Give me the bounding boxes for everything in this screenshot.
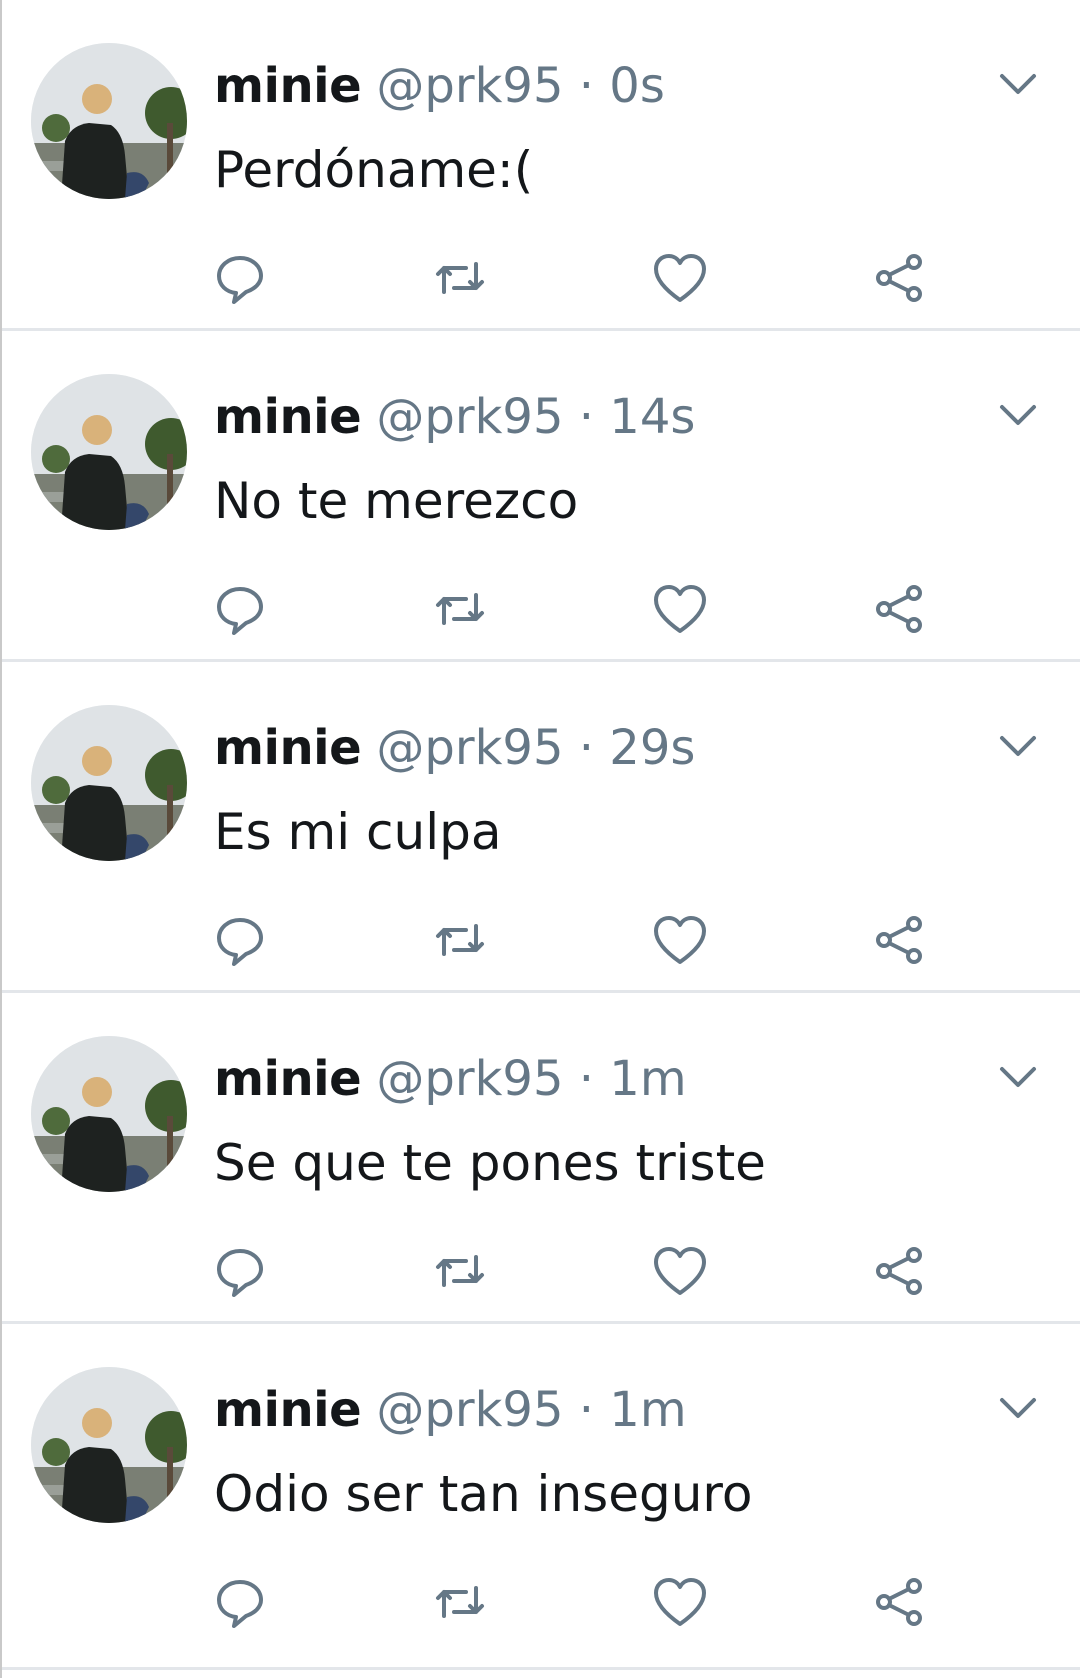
- tweet-timestamp[interactable]: 0s: [609, 58, 665, 114]
- tweet-actions: [2, 1241, 1080, 1301]
- user-handle[interactable]: @prk95: [376, 1382, 563, 1438]
- tweet-timestamp[interactable]: 1m: [609, 1382, 686, 1438]
- tweet-actions: [2, 248, 1080, 308]
- avatar[interactable]: [31, 1036, 187, 1192]
- retweet-icon[interactable]: [430, 1241, 490, 1301]
- display-name[interactable]: minie: [214, 720, 362, 776]
- chevron-down-icon[interactable]: [992, 1382, 1044, 1434]
- user-handle[interactable]: @prk95: [376, 1051, 563, 1107]
- tweet-timestamp[interactable]: 1m: [609, 1051, 686, 1107]
- tweet-actions: [2, 579, 1080, 639]
- tweet-actions: [2, 1572, 1080, 1632]
- retweet-icon[interactable]: [430, 1572, 490, 1632]
- tweet[interactable]: minie @prk95 · 14s No te merezco: [2, 331, 1080, 662]
- heart-icon[interactable]: [650, 579, 710, 639]
- avatar-image: [31, 1367, 187, 1523]
- share-icon[interactable]: [870, 1241, 930, 1301]
- separator-dot: ·: [578, 720, 595, 776]
- tweet-text: No te merezco: [214, 472, 579, 530]
- tweet-actions: [2, 910, 1080, 970]
- tweet[interactable]: minie @prk95 · 29s Es mi culpa: [2, 662, 1080, 993]
- avatar-image: [31, 1036, 187, 1192]
- avatar[interactable]: [31, 1367, 187, 1523]
- user-handle[interactable]: @prk95: [376, 389, 563, 445]
- chevron-down-icon[interactable]: [992, 58, 1044, 110]
- display-name[interactable]: minie: [214, 1382, 362, 1438]
- display-name[interactable]: minie: [214, 58, 362, 114]
- heart-icon[interactable]: [650, 910, 710, 970]
- heart-icon[interactable]: [650, 1572, 710, 1632]
- tweet[interactable]: minie @prk95 · 0s Perdóname:(: [2, 0, 1080, 331]
- retweet-icon[interactable]: [430, 248, 490, 308]
- tweet-header: minie @prk95 · 14s: [214, 385, 695, 449]
- chevron-down-icon[interactable]: [992, 720, 1044, 772]
- reply-icon[interactable]: [210, 579, 270, 639]
- share-icon[interactable]: [870, 248, 930, 308]
- tweet-text: Perdóname:(: [214, 141, 534, 199]
- tweet-text: Odio ser tan inseguro: [214, 1465, 753, 1523]
- reply-icon[interactable]: [210, 1241, 270, 1301]
- avatar[interactable]: [31, 43, 187, 199]
- chevron-down-icon[interactable]: [992, 389, 1044, 441]
- separator-dot: ·: [578, 58, 595, 114]
- display-name[interactable]: minie: [214, 1051, 362, 1107]
- tweet-feed: minie @prk95 · 0s Perdóname:(minie @prk…: [0, 0, 1080, 1678]
- avatar-image: [31, 43, 187, 199]
- retweet-icon[interactable]: [430, 579, 490, 639]
- tweet-header: minie @prk95 · 29s: [214, 716, 695, 780]
- tweet-text: Se que te pones triste: [214, 1134, 766, 1192]
- reply-icon[interactable]: [210, 248, 270, 308]
- retweet-icon[interactable]: [430, 910, 490, 970]
- reply-icon[interactable]: [210, 910, 270, 970]
- avatar-image: [31, 374, 187, 530]
- heart-icon[interactable]: [650, 248, 710, 308]
- tweet-timestamp[interactable]: 14s: [609, 389, 695, 445]
- share-icon[interactable]: [870, 910, 930, 970]
- avatar[interactable]: [31, 705, 187, 861]
- tweet-header: minie @prk95 · 1m: [214, 1047, 687, 1111]
- chevron-down-icon[interactable]: [992, 1051, 1044, 1103]
- share-icon[interactable]: [870, 579, 930, 639]
- tweet[interactable]: minie @prk95 · 1m Odio ser tan inseguro: [2, 1324, 1080, 1670]
- user-handle[interactable]: @prk95: [376, 720, 563, 776]
- separator-dot: ·: [578, 1382, 595, 1438]
- avatar-image: [31, 705, 187, 861]
- tweet-header: minie @prk95 · 1m: [214, 1378, 687, 1442]
- user-handle[interactable]: @prk95: [376, 58, 563, 114]
- separator-dot: ·: [578, 389, 595, 445]
- tweet-text: Es mi culpa: [214, 803, 502, 861]
- separator-dot: ·: [578, 1051, 595, 1107]
- tweet-timestamp[interactable]: 29s: [609, 720, 695, 776]
- reply-icon[interactable]: [210, 1572, 270, 1632]
- tweet-header: minie @prk95 · 0s: [214, 54, 665, 118]
- tweet[interactable]: minie @prk95 · 1m Se que te pones triste: [2, 993, 1080, 1324]
- avatar[interactable]: [31, 374, 187, 530]
- share-icon[interactable]: [870, 1572, 930, 1632]
- heart-icon[interactable]: [650, 1241, 710, 1301]
- display-name[interactable]: minie: [214, 389, 362, 445]
